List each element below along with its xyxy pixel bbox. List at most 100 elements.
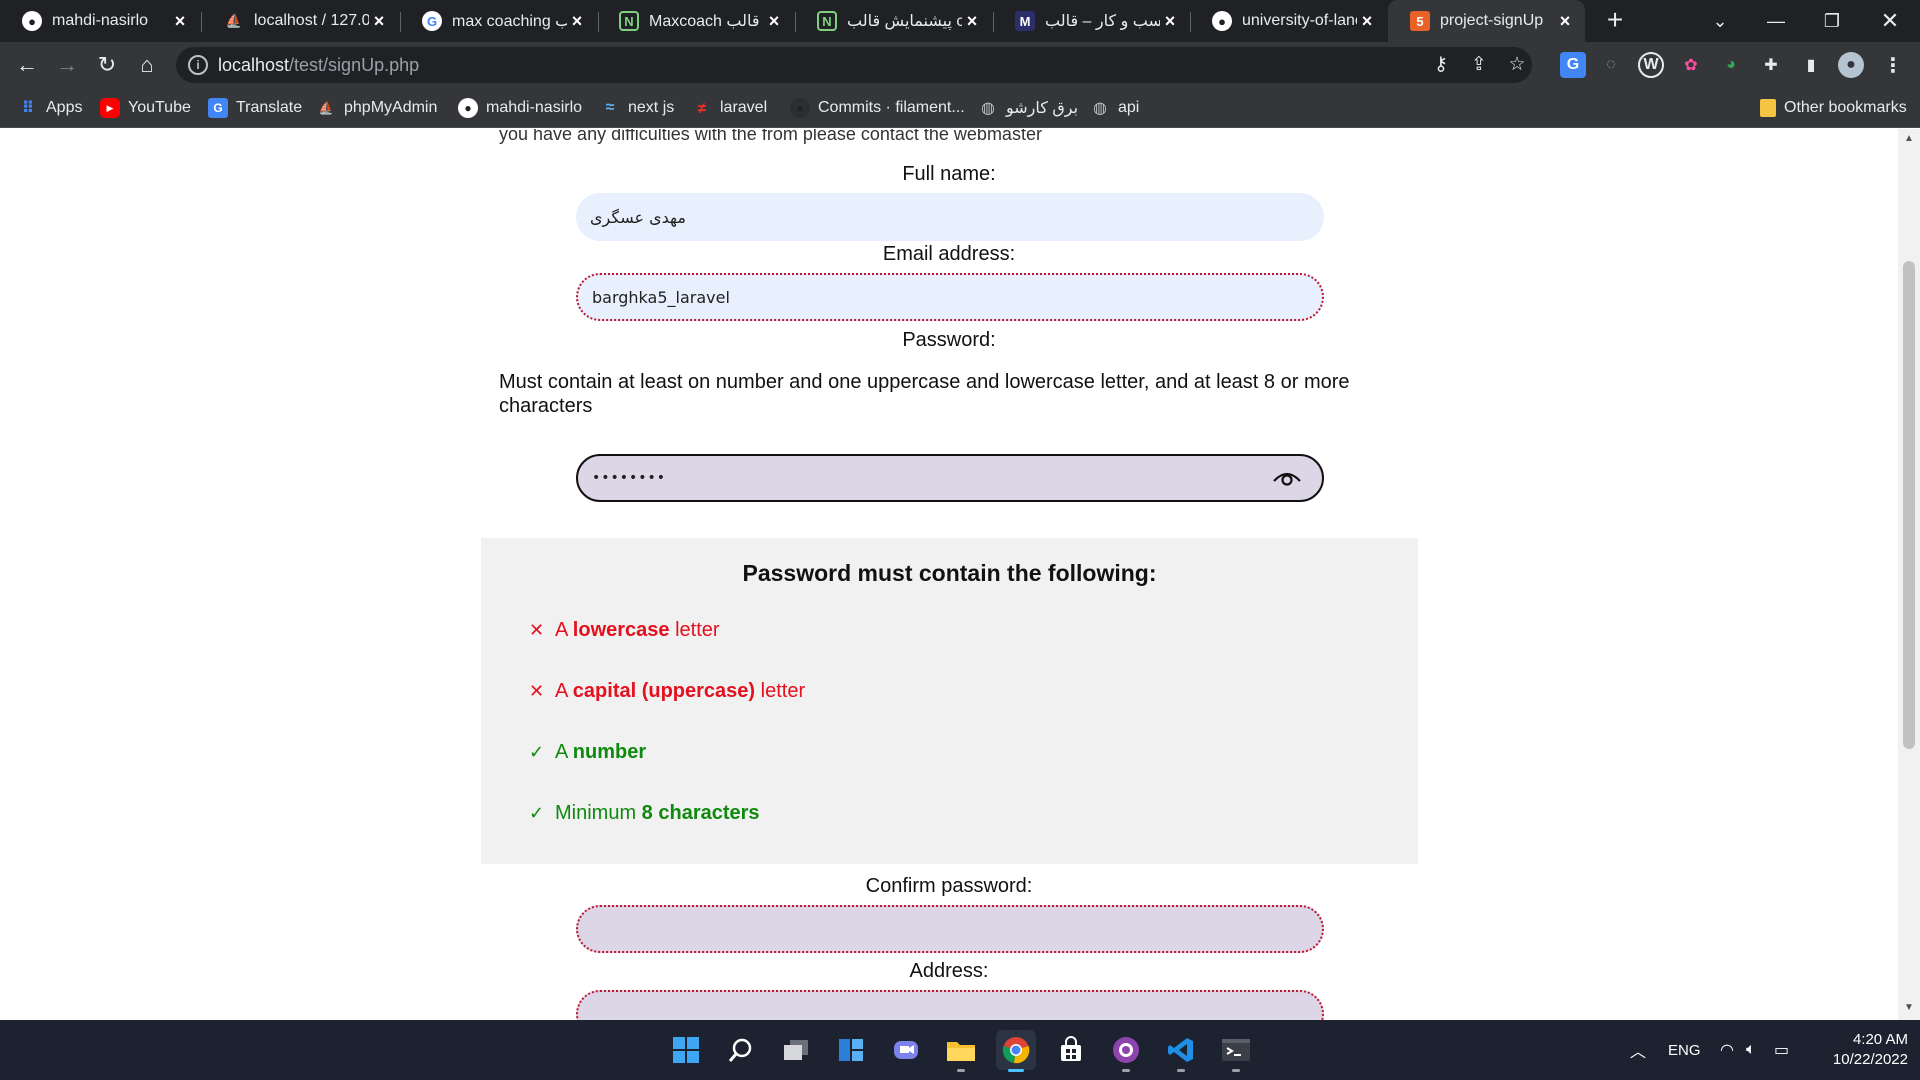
bookmark-apps[interactable]: ⠿ Apps [18,88,83,128]
tab-title: پیشنمایش قالب ch [847,13,962,30]
eye-icon[interactable] [1272,469,1302,489]
home-button[interactable]: ⌂ [132,50,162,80]
teams-chat-icon[interactable] [886,1030,926,1070]
tab-search-icon[interactable]: ⌄ [1692,0,1748,42]
bookmark-label: Commits · filament... [818,99,965,116]
bookmark-label: mahdi-nasirlo [486,99,583,116]
bookmark-next-js[interactable]: ≈ next js [600,88,675,128]
w-extension-icon[interactable]: W [1638,52,1664,78]
bookmark-translate[interactable]: G Translate [208,88,302,128]
email-value: barghka5_laravel [592,287,730,307]
translate-extension-icon[interactable]: G [1560,52,1586,78]
tab-localhost[interactable]: ⛵ localhost / 127.0.0 × [202,0,399,42]
rule-prefix: A [555,741,573,763]
close-tab-icon[interactable]: × [170,11,190,32]
scrollbar[interactable]: ▲ ▼ [1898,129,1920,1020]
share-icon[interactable]: ⇪ [1466,52,1492,78]
new-tab-button[interactable]: + [1600,6,1630,36]
confirm-password-field[interactable] [576,905,1324,953]
close-tab-icon[interactable]: × [962,11,982,32]
task-view-icon[interactable] [776,1030,816,1070]
chrome-icon[interactable] [996,1030,1036,1072]
reload-button[interactable]: ↻ [92,50,122,80]
vscode-icon[interactable] [1161,1030,1201,1072]
address-field[interactable] [576,990,1324,1020]
bookmark-star-icon[interactable]: ☆ [1504,52,1530,78]
tab-university[interactable]: ● university-of-lanc × [1190,0,1387,42]
tray-chevron-icon[interactable]: ︿ [1630,1020,1646,1080]
password-field[interactable]: •••••••• [576,454,1324,502]
password-key-icon[interactable]: ⚷ [1428,52,1454,78]
store-icon[interactable] [1051,1030,1091,1070]
rule-keyword: capital (uppercase) [572,680,756,702]
email-field[interactable]: barghka5_laravel [576,273,1324,321]
scrollbar-thumb[interactable] [1903,261,1915,749]
globe-icon: ◍ [981,100,995,117]
language-indicator[interactable]: ENG [1668,1020,1701,1080]
color-picker-extension-icon[interactable]: ✿ [1678,52,1704,78]
phpmyadmin-icon: ⛵ [318,101,334,115]
sync-extension-icon[interactable]: ◌ [1598,52,1624,78]
rule-suffix: letter [755,680,806,702]
windows-taskbar: ︿ ENG ◠ 🔈︎ ▭ 4:20 AM 10/22/2022 [0,1020,1920,1080]
volume-icon[interactable]: 🔈︎ [1746,1020,1756,1080]
windows-start-icon[interactable] [666,1030,706,1070]
bookmark-youtube[interactable]: ▶ YouTube [100,88,191,128]
rule-suffix: letter [669,619,720,641]
wifi-icon[interactable]: ◠ [1720,1020,1734,1080]
close-tab-icon[interactable]: × [764,11,784,32]
tab-max-coaching[interactable]: G max coaching قالب × [400,0,597,42]
url-text[interactable]: localhost/test/signUp.php [218,55,419,76]
other-bookmarks-label: Other bookmarks [1784,99,1907,116]
restore-button[interactable]: ❐ [1804,0,1860,42]
browser-toolbar: ← → ↻ ⌂ i localhost/test/signUp.php ⚷ ⇪ … [0,42,1920,88]
close-window-button[interactable]: ✕ [1862,0,1918,42]
bookmark-api[interactable]: ◍ api [1090,88,1139,128]
forward-button[interactable]: → [52,50,82,80]
close-tab-icon[interactable]: × [1357,11,1377,32]
tab-maxcoach[interactable]: N Maxcoach قالب × [597,0,794,42]
battery-icon[interactable]: ▭ [1774,1020,1789,1080]
search-icon[interactable] [721,1030,761,1070]
extensions-puzzle-icon[interactable]: ✚ [1758,52,1784,78]
palette-extension-icon[interactable]: ◕ [1718,52,1744,78]
close-tab-icon[interactable]: × [567,11,587,32]
bookmark-bargh-karsho[interactable]: ◍ برق کارشو [978,88,1078,128]
google-icon: G [422,11,442,31]
minimize-button[interactable]: — [1748,0,1804,42]
cross-icon: ✕ [529,620,545,640]
bookmark-label: laravel [720,99,768,116]
site-info-icon[interactable]: i [188,55,208,75]
github-desktop-icon[interactable] [1106,1030,1146,1072]
close-tab-icon[interactable]: × [1160,11,1180,32]
tab-project-signup[interactable]: 5 project-signUp × [1388,0,1585,42]
tab-title: mahdi-nasirlo [52,12,149,29]
url-path: /test/signUp.php [289,55,420,75]
scroll-down-arrow[interactable]: ▼ [1903,1002,1915,1013]
bookmark-laravel[interactable]: ≠ laravel [692,88,767,128]
fullname-field[interactable]: مهدی عسگری [576,193,1324,241]
close-tab-icon[interactable]: × [369,11,389,32]
fullname-value: مهدی عسگری [590,207,686,227]
terminal-icon[interactable] [1216,1030,1256,1072]
tab-preview-template[interactable]: N پیشنمایش قالب ch × [795,0,992,42]
bookmark-mahdi-nasirlo[interactable]: ● mahdi-nasirlo [458,88,582,128]
folder-icon [1760,99,1776,117]
bookmark-phpmyadmin[interactable]: ⛵ phpMyAdmin [316,88,438,128]
other-bookmarks[interactable]: Other bookmarks [1760,88,1907,128]
tab-mahdi-nasirlo[interactable]: ● mahdi-nasirlo × [0,0,200,42]
system-clock[interactable]: 4:20 AM 10/22/2022 [1818,1030,1908,1070]
tab-business[interactable]: M کسب و کار – قالب × [993,0,1190,42]
menu-kebab-icon[interactable]: ⋮ [1880,52,1906,78]
close-tab-icon[interactable]: × [1555,11,1575,32]
profile-avatar[interactable]: ● [1838,52,1864,78]
file-explorer-icon[interactable] [941,1030,981,1072]
url-host: localhost [218,55,290,75]
address-bar[interactable]: i localhost/test/signUp.php ⚷ ⇪ ☆ [176,47,1532,83]
scroll-up-arrow[interactable]: ▲ [1903,133,1915,144]
clock-time: 4:20 AM [1852,1031,1908,1048]
back-button[interactable]: ← [12,50,42,80]
side-panel-icon[interactable]: ▮ [1798,52,1824,78]
widgets-icon[interactable] [831,1030,871,1070]
bookmark-commits[interactable]: ● Commits · filament... [790,88,965,128]
